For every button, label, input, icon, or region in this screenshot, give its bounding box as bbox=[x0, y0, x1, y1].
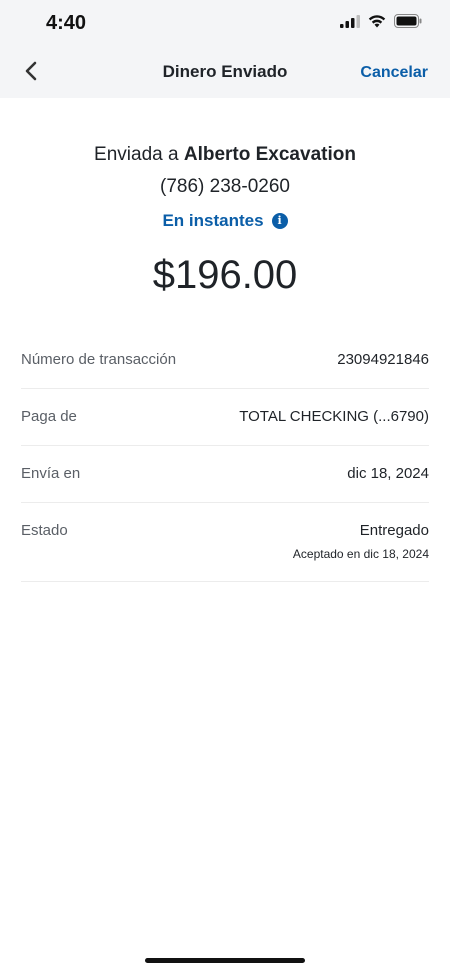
detail-label: Estado bbox=[21, 522, 68, 539]
detail-label: Paga de bbox=[21, 408, 77, 425]
detail-row-status: Estado Entregado Aceptado en dic 18, 202… bbox=[21, 503, 429, 582]
detail-value: TOTAL CHECKING (...6790) bbox=[239, 408, 429, 425]
status-icons bbox=[340, 14, 422, 33]
cancel-button[interactable]: Cancelar bbox=[360, 64, 428, 82]
detail-label: Número de transacción bbox=[21, 351, 177, 368]
detail-label: Envía en bbox=[21, 465, 81, 482]
battery-icon bbox=[394, 14, 422, 33]
delivery-speed: En instantes i bbox=[162, 208, 288, 234]
sent-to-line: Enviada a Alberto Excavation bbox=[0, 140, 450, 170]
transfer-summary: Enviada a Alberto Excavation (786) 238-0… bbox=[0, 140, 450, 300]
status-time: 4:40 bbox=[46, 12, 87, 34]
nav-bar: Dinero Enviado Cancelar bbox=[0, 48, 450, 98]
detail-row-send-on: Envía en dic 18, 2024 bbox=[21, 446, 429, 503]
status-bar: 4:40 bbox=[0, 0, 450, 48]
info-icon[interactable]: i bbox=[271, 213, 288, 229]
home-indicator bbox=[145, 958, 305, 963]
amount: $196.00 bbox=[152, 253, 298, 297]
delivery-speed-label: En instantes bbox=[162, 211, 264, 230]
detail-row-pay-from: Paga de TOTAL CHECKING (...6790) bbox=[21, 389, 429, 446]
wifi-icon bbox=[368, 14, 386, 33]
status-accepted-date: Aceptado en dic 18, 2024 bbox=[292, 547, 429, 561]
signal-icon bbox=[340, 14, 360, 33]
recipient-name: Alberto Excavation bbox=[183, 144, 356, 165]
detail-row-transaction-number: Número de transacción 23094921846 bbox=[21, 332, 429, 389]
sent-prefix: Enviada a bbox=[94, 144, 179, 165]
detail-value: 23094921846 bbox=[337, 351, 429, 368]
status-value: Entregado bbox=[359, 522, 429, 539]
transaction-details: Número de transacción 23094921846 Paga d… bbox=[21, 332, 429, 582]
recipient-phone: (786) 238-0260 bbox=[160, 176, 290, 197]
detail-value: dic 18, 2024 bbox=[347, 465, 429, 482]
